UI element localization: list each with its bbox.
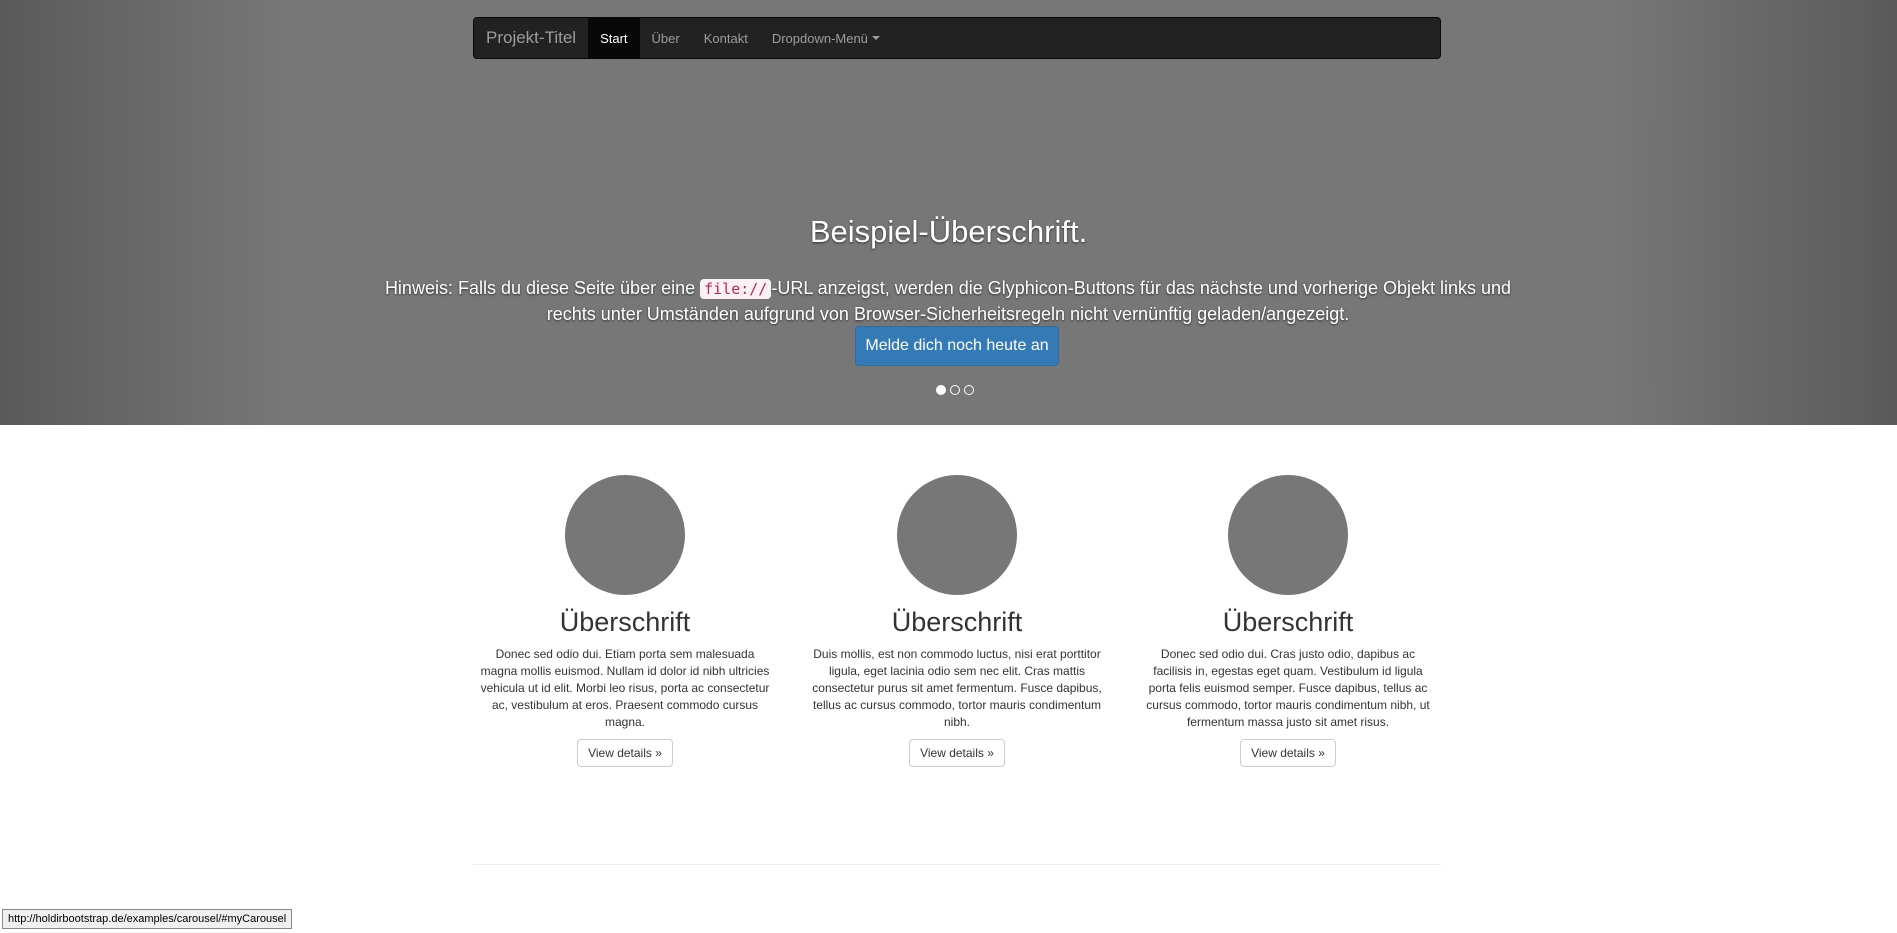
dropdown-label: Dropdown-Menü [771,30,868,46]
column-heading: Überschrift [559,607,691,637]
signup-button[interactable]: Melde dich noch heute an [855,326,1059,366]
carousel-indicators [936,385,974,395]
carousel-indicator-1[interactable] [936,385,946,395]
marketing-column-1: Überschrift Donec sed odio dui. Etiam po… [475,475,775,767]
nav-item-kontakt[interactable]: Kontakt [692,18,760,58]
column-text: Donec sed odio dui. Cras justo odio, dap… [1146,647,1430,729]
nav-item-start[interactable]: Start [588,18,640,58]
placeholder-image-circle [565,475,685,595]
nav-item-ueber[interactable]: Über [640,18,692,58]
nav-item-dropdown[interactable]: Dropdown-Menü [760,18,892,58]
carousel: Projekt-Titel Start Über Kontakt Dropdow… [0,0,1897,425]
column-heading: Überschrift [1222,607,1354,637]
carousel-title: Beispiel-Überschrift. [809,214,1088,249]
carousel-text: Hinweis: Falls du diese Seite über eine … [378,276,1518,327]
caret-down-icon [871,36,880,40]
view-details-button[interactable]: View details » [909,739,1005,767]
featurette-divider [473,864,1441,865]
browser-status-bar: http://holdirbootstrap.de/examples/carou… [2,909,293,929]
carousel-indicator-3[interactable] [964,385,974,395]
placeholder-image-circle [1228,475,1348,595]
placeholder-image-circle [897,475,1017,595]
carousel-indicator-2[interactable] [950,385,960,395]
file-url-code: file:// [700,279,772,299]
marketing-column-2: Überschrift Duis mollis, est non commodo… [807,475,1107,767]
view-details-button[interactable]: View details » [577,739,673,767]
carousel-text-before: Hinweis: Falls du diese Seite über eine [384,278,701,298]
column-text: Donec sed odio dui. Etiam porta sem male… [480,647,770,729]
navbar-brand[interactable]: Projekt-Titel [474,18,588,58]
column-heading: Überschrift [891,607,1023,637]
column-text: Duis mollis, est non commodo luctus, nis… [812,647,1102,729]
marketing-column-3: Überschrift Donec sed odio dui. Cras jus… [1138,475,1438,767]
view-details-button[interactable]: View details » [1240,739,1336,767]
navbar: Projekt-Titel Start Über Kontakt Dropdow… [473,17,1441,59]
